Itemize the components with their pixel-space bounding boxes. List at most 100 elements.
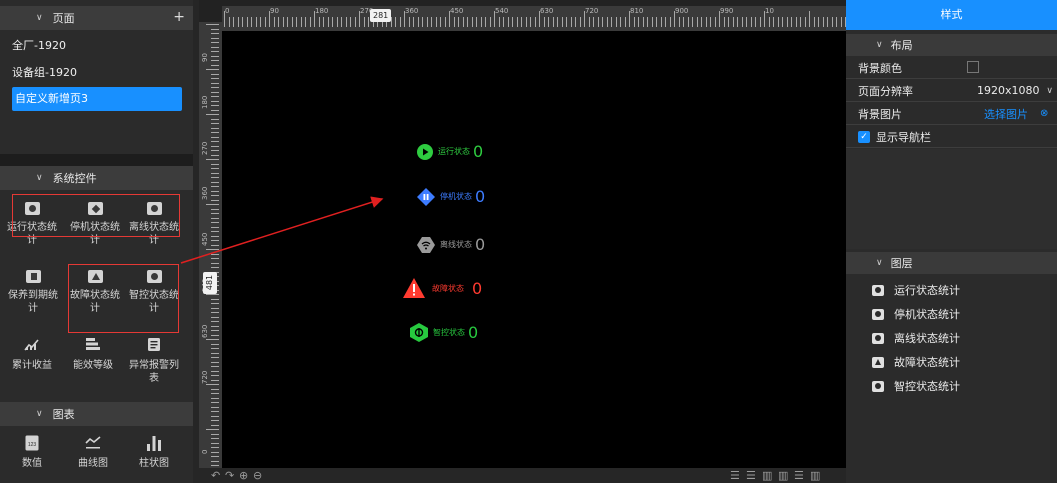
align-top-icon[interactable]: ▥ (762, 469, 772, 482)
align-center-icon[interactable]: ☰ (746, 469, 756, 482)
system-controls-header[interactable]: ∨ 系统控件 (0, 166, 193, 190)
align-middle-icon[interactable]: ▥ (778, 469, 788, 482)
widget-stop-status[interactable]: 停机状态 0 (417, 187, 485, 206)
chevron-down-icon: ∨ (876, 258, 883, 268)
pages-section-header[interactable]: ∨ 页面 + (0, 6, 193, 30)
bg-image-label: 背景图片 (858, 107, 902, 121)
chevron-down-icon[interactable]: ∨ (1046, 86, 1053, 96)
layer-item[interactable]: 故障状态统计 (872, 354, 960, 370)
distribute-vertical-icon[interactable]: ▥ (810, 469, 820, 482)
maintenance-icon (25, 270, 41, 283)
widget-fault-status[interactable]: 故障状态 0 (403, 278, 482, 298)
distribute-icon[interactable]: ☰ (794, 469, 804, 482)
resolution-select[interactable]: 1920x1080 (977, 84, 1040, 97)
add-page-icon[interactable]: + (173, 9, 185, 25)
control-label: 累计收益 (12, 360, 52, 371)
widget-smart-status[interactable]: 智控状态 0 (410, 323, 478, 342)
ruler-tick (458, 17, 459, 27)
layer-label: 运行状态统计 (894, 284, 960, 297)
widget-offline-status[interactable]: 离线状态 0 (417, 235, 485, 254)
ruler-label: 10 (765, 7, 774, 15)
show-nav-checkbox[interactable]: ✓ (858, 130, 870, 143)
ruler-tick (300, 17, 302, 27)
ruler-label: 0 (225, 7, 230, 15)
chart-item-numeric[interactable]: 123 数值 (4, 435, 60, 470)
page-item-active[interactable]: 自定义新增页3 (12, 87, 182, 111)
widget-run-status[interactable]: 运行状态 0 (417, 142, 483, 161)
ruler-tick (471, 17, 473, 27)
page-item[interactable]: 全厂-1920 (0, 34, 193, 58)
choose-image-link[interactable]: 选择图片 (984, 106, 1028, 122)
ruler-tick (211, 73, 219, 75)
ruler-tick (440, 17, 441, 27)
chart-item-bar[interactable]: 柱状图 (126, 435, 182, 470)
clear-image-icon[interactable]: ⊗ (1040, 108, 1048, 119)
bg-color-picker[interactable] (967, 61, 979, 73)
ruler-tick (683, 17, 684, 27)
ruler-tick (453, 17, 455, 27)
ruler-tick (354, 17, 356, 27)
ruler-tick (687, 17, 689, 27)
ruler-tick (211, 420, 219, 421)
ruler-tick (651, 17, 653, 27)
redo-icon[interactable]: ↷ (225, 469, 234, 482)
horizontal-ruler[interactable]: 0 90 180 270 360 450 540 630 720 810 900 990 10 281 (222, 6, 846, 31)
ruler-tick (228, 17, 230, 27)
control-efficiency-level[interactable]: 能效等级 (65, 337, 121, 372)
ruler-tick (795, 17, 797, 27)
ruler-tick (206, 114, 219, 115)
ruler-tick (211, 415, 219, 417)
ruler-tick (211, 235, 219, 237)
layout-header-label: 布局 (890, 39, 913, 52)
layout-section-header[interactable]: ∨ 布局 (846, 34, 1057, 56)
zoom-out-icon[interactable]: ⊖ (253, 469, 262, 482)
ruler-tick (327, 17, 329, 27)
ruler-tick (588, 17, 590, 27)
ruler-tick (800, 17, 801, 27)
ruler-tick (211, 433, 219, 435)
chart-section-header[interactable]: ∨ 图表 (0, 402, 193, 426)
ruler-tick (669, 17, 671, 27)
ruler-label: 90 (201, 53, 209, 62)
ruler-tick (211, 258, 219, 259)
chart-item-line[interactable]: 曲线图 (65, 435, 121, 470)
zoom-in-icon[interactable]: ⊕ (239, 469, 248, 482)
layer-run-icon (872, 284, 884, 296)
ruler-tick (809, 11, 810, 27)
layer-item[interactable]: 智控状态统计 (872, 378, 960, 394)
ruler-tick (395, 17, 396, 27)
ruler-label: 630 (540, 7, 554, 15)
ruler-tick (260, 17, 261, 27)
ruler-tick (426, 17, 428, 27)
tab-style[interactable]: 样式 (846, 0, 1057, 30)
widget-label: 运行状态 (438, 147, 470, 156)
ruler-tick (211, 181, 219, 183)
layer-item[interactable]: 离线状态统计 (872, 330, 960, 346)
ruler-tick (543, 17, 545, 27)
play-circle-icon (417, 143, 433, 160)
layers-section-header[interactable]: ∨ 图层 (846, 252, 1057, 274)
ruler-tick (602, 17, 603, 27)
undo-icon[interactable]: ↶ (211, 469, 220, 482)
control-cumulative-revenue[interactable]: 累计收益 (4, 337, 60, 372)
ruler-tick (566, 17, 567, 27)
chart-item-label: 柱状图 (139, 458, 169, 469)
layer-item[interactable]: 运行状态统计 (872, 282, 960, 298)
show-nav-row: ✓ 显示导航栏 (846, 126, 1057, 148)
ruler-tick (211, 199, 219, 201)
ruler-tick (813, 17, 815, 27)
ruler-tick (714, 17, 716, 27)
page-item[interactable]: 设备组-1920 (0, 61, 193, 85)
layer-item[interactable]: 停机状态统计 (872, 306, 960, 322)
ruler-tick (368, 17, 369, 27)
align-left-icon[interactable]: ☰ (730, 469, 740, 482)
ruler-tick (211, 186, 219, 187)
control-alarm-list[interactable]: 异常报警列表 (126, 337, 182, 385)
system-header-label: 系统控件 (52, 172, 97, 185)
ruler-label: 720 (585, 7, 599, 15)
chevron-down-icon: ∨ (36, 409, 43, 419)
vertical-ruler[interactable]: 901802703604505406307200481 (199, 22, 222, 468)
control-maintenance[interactable]: 保养到期统计 (5, 270, 61, 315)
design-canvas[interactable]: 运行状态 0 停机状态 0 离线状态 0 故障状态 0 智控状态 0 (222, 31, 846, 468)
widget-value: 0 (473, 142, 484, 161)
